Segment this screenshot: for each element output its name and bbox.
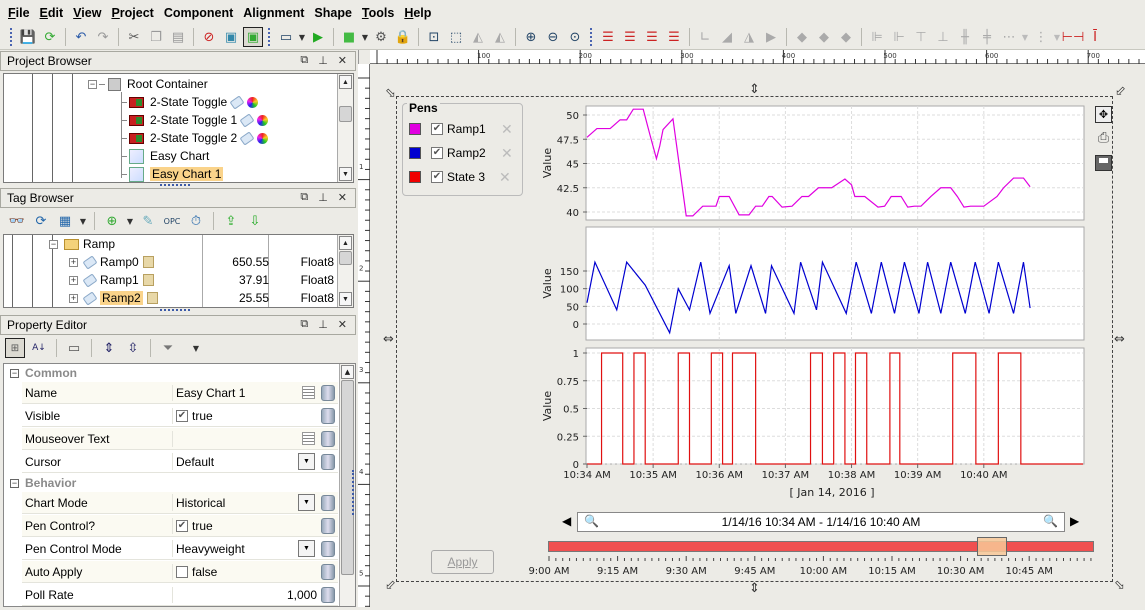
date-range-field[interactable]: 🔍 1/14/16 10:34 AM - 1/14/16 10:40 AM 🔍 xyxy=(577,512,1065,532)
y-tick-label: 0.75 xyxy=(557,377,579,388)
y-tick-label: 100 xyxy=(560,285,579,296)
y-tick-label: 47.5 xyxy=(557,135,579,146)
y-tick-label: 50 xyxy=(566,302,579,313)
save-icon[interactable] xyxy=(1095,155,1112,171)
y-tick-label: 45 xyxy=(566,160,579,171)
y-tick-label: 0 xyxy=(573,320,579,331)
y-tick-label: 150 xyxy=(560,267,579,278)
overview-tick-label: 10:45 AM xyxy=(1005,566,1052,577)
x-tick-label: 10:40 AM xyxy=(960,470,1007,481)
overview-tick-label: 9:00 AM xyxy=(528,566,569,577)
y-tick-label: 42.5 xyxy=(557,184,579,195)
y-tick-label: 40 xyxy=(566,208,579,219)
x-tick-label: 10:39 AM xyxy=(894,470,941,481)
overview-tick-label: 10:30 AM xyxy=(937,566,984,577)
y-tick-label: 1 xyxy=(573,349,579,360)
date-range-label: 1/14/16 10:34 AM - 1/14/16 10:40 AM xyxy=(721,515,921,529)
overview-tick-label: 9:15 AM xyxy=(597,566,638,577)
x-tick-label: 10:38 AM xyxy=(828,470,875,481)
y-tick-label: 0.5 xyxy=(563,405,579,416)
y-axis-label: Value xyxy=(541,391,554,421)
x-tick-label: 10:36 AM xyxy=(696,470,743,481)
range-back-icon[interactable]: ◀ xyxy=(562,514,571,528)
x-axis-label: [ Jan 14, 2016 ] xyxy=(789,486,874,499)
x-tick-label: 10:35 AM xyxy=(629,470,676,481)
zoom-fit-icon[interactable]: ✥ xyxy=(1095,106,1112,123)
range-forward-icon[interactable]: ▶ xyxy=(1070,514,1079,528)
overview-tick-label: 10:15 AM xyxy=(868,566,915,577)
y-tick-label: 50 xyxy=(566,111,579,122)
zoom-in-icon[interactable]: 🔍 xyxy=(1043,514,1058,528)
y-tick-label: 0.25 xyxy=(557,432,579,443)
print-icon[interactable]: ⎙ xyxy=(1095,130,1112,146)
zoom-out-icon[interactable]: 🔍 xyxy=(584,514,599,528)
y-axis-label: Value xyxy=(541,268,554,298)
overview-range-selector[interactable] xyxy=(977,537,1007,556)
overview-tick-label: 9:45 AM xyxy=(734,566,775,577)
plot-area xyxy=(585,347,1085,465)
overview-tick-label: 10:00 AM xyxy=(800,566,847,577)
y-axis-label: Value xyxy=(541,148,554,178)
apply-button[interactable]: Apply xyxy=(431,550,494,574)
x-tick-label: 10:37 AM xyxy=(762,470,809,481)
x-tick-label: 10:34 AM xyxy=(563,470,610,481)
overview-range-bar[interactable] xyxy=(548,541,1094,552)
plot-area xyxy=(585,226,1085,341)
overview-tick-label: 9:30 AM xyxy=(666,566,707,577)
